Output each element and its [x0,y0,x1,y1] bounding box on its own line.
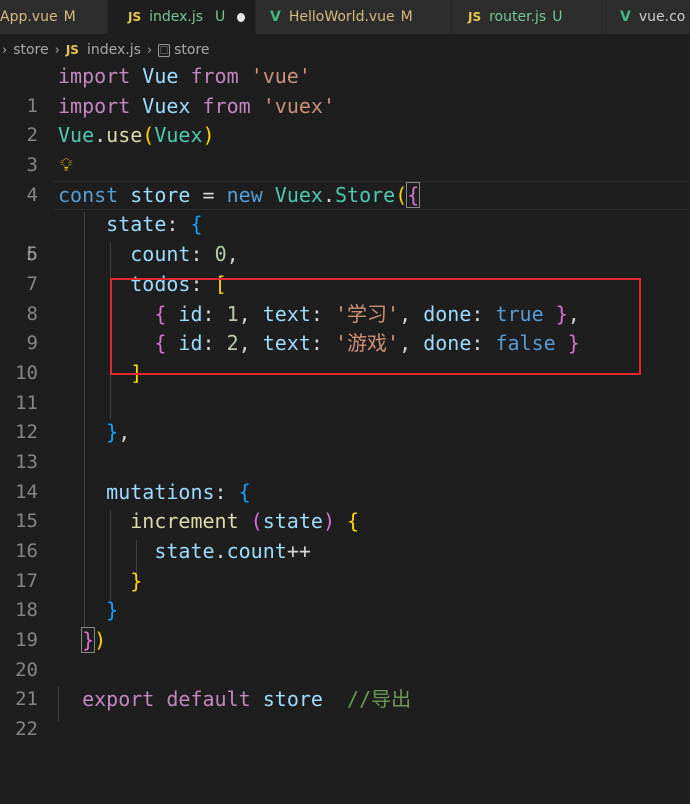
unsaved-dot-icon[interactable] [237,12,245,22]
chevron-right-icon: › [2,42,8,58]
code-text: } [130,568,143,593]
code-line: 19 } [0,596,690,651]
chevron-right-icon: › [146,42,153,58]
tab-index-js[interactable]: JS index.js U [108,0,256,34]
modified-badge: M [63,9,76,25]
js-file-icon: JS [65,43,79,57]
code-line: 12 [0,389,690,443]
untracked-badge: U [552,9,563,25]
vue-logo-icon: V [620,9,631,25]
tab-label: router.js [489,9,547,25]
tab-label: vue.co [638,9,686,25]
code-line: 20 }) [0,626,690,681]
highlight-annotation-box [110,278,641,375]
code-line: 7 count: 0, [0,240,690,295]
vue-logo-icon: V [270,9,281,25]
breadcrumb-folder[interactable]: store [13,42,48,58]
code-text: const store = new Vuex.Store({ [58,181,421,208]
untracked-badge: U [215,9,226,25]
lightbulb-icon[interactable]: 💡︎ [60,151,73,181]
code-line: 22 export default store //导出 [0,685,690,740]
code-line: 3 Vue.use(Vuex) [0,121,690,176]
tab-router-js[interactable]: JS router.js U [452,0,602,34]
tab-label: App.vue [0,9,58,25]
code-line: 1 import Vue from 'vue' [0,62,690,117]
breadcrumb-symbol[interactable]: store [174,42,209,58]
code-line: 21 [0,656,690,710]
code-line: 15 mutations: { [0,478,690,533]
modified-badge: M [400,9,413,25]
tab-helloworld-vue[interactable]: V HelloWorld.vue M [256,0,452,34]
chevron-right-icon: › [54,42,60,58]
code-text: import Vue from 'vue' [58,64,311,88]
code-editor[interactable]: 1 import Vue from 'vue' 2 import Vuex fr… [0,62,690,740]
code-text: Vue.use(Vuex) [58,123,215,148]
code-text: mutations: { [106,479,251,504]
symbol-object-icon: 🗆 [158,43,171,57]
code-text: import Vuex from 'vuex' [58,93,335,118]
tab-app-vue[interactable]: App.vue M [0,0,108,34]
code-text: export default store //导出 [82,687,412,712]
code-line: 16 increment (state) { [0,507,690,562]
code-line: 17 state.count++ [0,537,690,592]
code-text: }) [81,627,107,654]
code-line: 18 } [0,567,690,622]
code-line: 14 [0,448,690,503]
code-text: count: 0, [130,242,239,267]
code-text: increment (state) { [130,509,360,534]
code-line: 4 💡︎ [0,151,690,206]
tab-vue-config[interactable]: V vue.co [602,0,690,34]
breadcrumb: › store › JS index.js › 🗆 store [0,38,690,62]
code-line: 13 }, [0,418,690,473]
editor-tab-bar: App.vue M JS index.js U V HelloWorld.vue… [0,0,690,34]
tab-label: index.js [149,9,204,25]
js-file-icon: JS [128,10,142,24]
code-line: 2 import Vuex from 'vuex' [0,92,690,147]
js-file-icon: JS [468,10,482,24]
line-number: 22 [15,718,38,741]
code-text: state.count++ [154,539,311,563]
code-line: 6 state: { [0,210,690,265]
code-line-current: 5 const store = new Vuex.Store({ [0,180,690,265]
code-text: } [106,598,119,623]
breadcrumb-file[interactable]: index.js [87,42,141,58]
code-text: state: { [106,212,203,237]
code-text: }, [106,420,131,445]
tab-label: HelloWorld.vue [288,9,395,25]
